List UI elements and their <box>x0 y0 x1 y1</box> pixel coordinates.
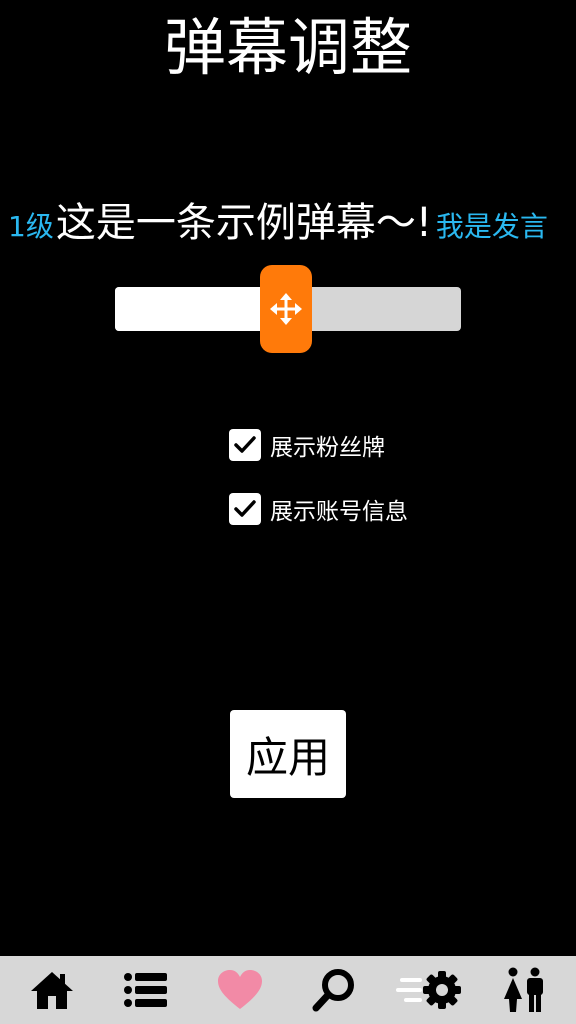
checkmark-icon <box>234 500 256 517</box>
apply-button[interactable]: 应用 <box>230 710 346 798</box>
search-icon <box>312 969 354 1012</box>
danmaku-preview: 1级 这是一条示例弹幕～! 我是发言 <box>8 190 548 246</box>
danmaku-settings-icon <box>396 971 461 1009</box>
nav-list[interactable] <box>98 956 194 1024</box>
people-icon <box>504 967 543 1012</box>
preview-message: 这是一条示例弹幕～! <box>55 200 432 246</box>
nav-home[interactable] <box>4 956 100 1024</box>
page-title: 弹幕调整 <box>163 11 412 84</box>
option-show-fan-badge[interactable]: 展示粉丝牌 <box>229 428 385 462</box>
heart-icon <box>218 970 262 1009</box>
account-info-label: 展示账号信息 <box>270 499 408 525</box>
home-icon <box>31 972 73 1009</box>
preview-username: 我是发言 <box>435 210 548 243</box>
nav-search[interactable] <box>286 956 382 1024</box>
list-icon <box>124 973 167 1007</box>
size-slider-handle[interactable] <box>260 265 312 353</box>
fan-badge-label: 展示粉丝牌 <box>270 435 385 461</box>
preview-level-badge: 1级 <box>8 210 54 243</box>
nav-people[interactable] <box>476 956 572 1024</box>
move-arrows-icon <box>270 293 302 325</box>
account-info-checkbox[interactable] <box>229 493 261 525</box>
option-show-account-info[interactable]: 展示账号信息 <box>229 492 408 526</box>
danmaku-settings-screen: 弹幕调整 1级 这是一条示例弹幕～! 我是发言 展示粉丝牌 展示账号信息 应用 <box>0 0 576 1024</box>
nav-danmaku-settings[interactable] <box>384 956 480 1024</box>
nav-favorites[interactable] <box>192 956 288 1024</box>
fan-badge-checkbox[interactable] <box>229 429 261 461</box>
bottom-navbar <box>0 956 576 1024</box>
checkmark-icon <box>234 436 256 453</box>
